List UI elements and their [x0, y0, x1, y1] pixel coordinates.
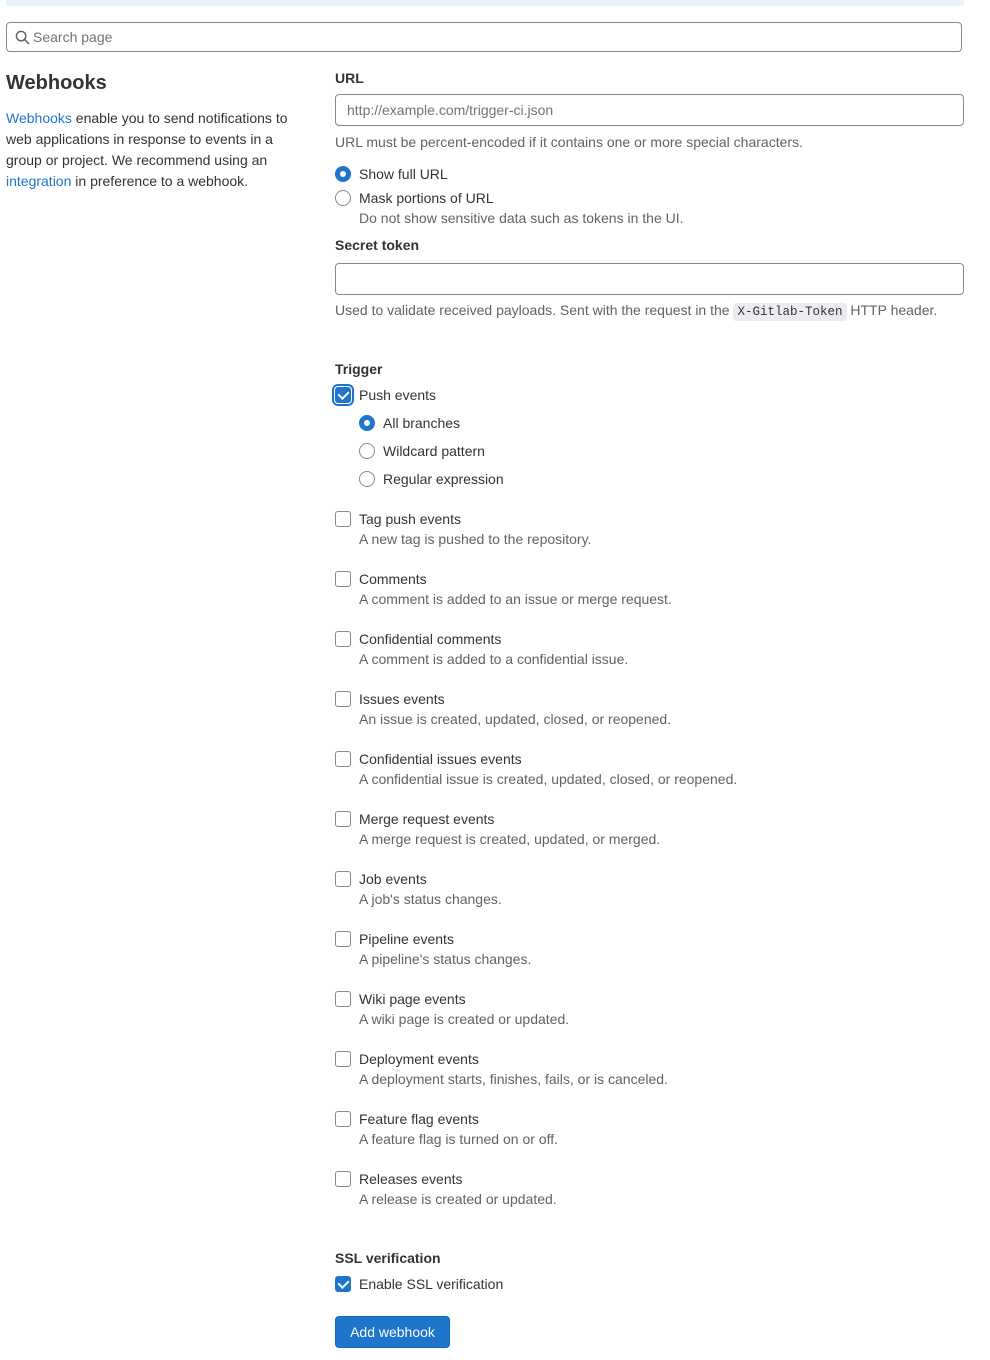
wildcard-pattern-radio[interactable]: [359, 443, 375, 459]
confidential-comments-label[interactable]: Confidential comments: [359, 630, 501, 648]
job-events-help: A job's status changes.: [359, 891, 502, 907]
url-help-text: URL must be percent-encoded if it contai…: [335, 134, 803, 150]
header-code: X-Gitlab-Token: [733, 303, 847, 321]
page-title: Webhooks: [6, 72, 107, 94]
deployment-events-label[interactable]: Deployment events: [359, 1050, 479, 1068]
job-events-checkbox[interactable]: [335, 871, 351, 887]
deployment-events-help: A deployment starts, finishes, fails, or…: [359, 1071, 668, 1087]
top-banner-strip: [6, 0, 964, 6]
issues-events-label[interactable]: Issues events: [359, 690, 445, 708]
wiki-page-events-checkbox[interactable]: [335, 991, 351, 1007]
push-events-label[interactable]: Push events: [359, 386, 436, 404]
wiki-page-events-help: A wiki page is created or updated.: [359, 1011, 570, 1027]
regex-label[interactable]: Regular expression: [383, 470, 504, 488]
url-label: URL: [335, 70, 364, 86]
search-box[interactable]: [6, 22, 962, 52]
secret-token-help: Used to validate received payloads. Sent…: [335, 302, 938, 321]
intro-description: Webhooks enable you to send notification…: [6, 110, 288, 189]
confidential-issues-events-label[interactable]: Confidential issues events: [359, 750, 522, 768]
pipeline-events-label[interactable]: Pipeline events: [359, 930, 454, 948]
tag-push-events-help: A new tag is pushed to the repository.: [359, 531, 592, 547]
confidential-comments-help: A comment is added to a confidential iss…: [359, 651, 629, 667]
tag-push-events-label[interactable]: Tag push events: [359, 510, 461, 528]
ssl-verification-label: SSL verification: [335, 1250, 441, 1266]
feature-flag-events-checkbox[interactable]: [335, 1111, 351, 1127]
integration-link[interactable]: integration: [6, 173, 71, 189]
tag-push-events-checkbox[interactable]: [335, 511, 351, 527]
wildcard-pattern-label[interactable]: Wildcard pattern: [383, 442, 485, 460]
comments-label[interactable]: Comments: [359, 570, 427, 588]
ssl-verification-checkbox[interactable]: [335, 1276, 351, 1292]
releases-events-help: A release is created or updated.: [359, 1191, 557, 1207]
merge-request-events-label[interactable]: Merge request events: [359, 810, 494, 828]
confidential-issues-events-checkbox[interactable]: [335, 751, 351, 767]
merge-request-events-help: A merge request is created, updated, or …: [359, 831, 661, 847]
mask-url-radio[interactable]: [335, 190, 351, 206]
push-events-checkbox[interactable]: [335, 387, 351, 403]
deployment-events-checkbox[interactable]: [335, 1051, 351, 1067]
show-full-url-label[interactable]: Show full URL: [359, 165, 448, 183]
add-webhook-button[interactable]: Add webhook: [335, 1316, 450, 1348]
url-input[interactable]: [335, 94, 964, 126]
issues-events-checkbox[interactable]: [335, 691, 351, 707]
secret-token-label: Secret token: [335, 237, 420, 253]
secret-token-input[interactable]: [335, 263, 964, 295]
issues-events-help: An issue is created, updated, closed, or…: [359, 711, 672, 727]
mask-url-help: Do not show sensitive data such as token…: [359, 210, 684, 226]
regex-radio[interactable]: [359, 471, 375, 487]
comments-help: A comment is added to an issue or merge …: [359, 591, 672, 607]
feature-flag-events-label[interactable]: Feature flag events: [359, 1110, 479, 1128]
show-full-url-radio[interactable]: [335, 166, 351, 182]
mask-url-label[interactable]: Mask portions of URL: [359, 189, 494, 207]
releases-events-label[interactable]: Releases events: [359, 1170, 463, 1188]
pipeline-events-checkbox[interactable]: [335, 931, 351, 947]
wiki-page-events-label[interactable]: Wiki page events: [359, 990, 466, 1008]
all-branches-label[interactable]: All branches: [383, 414, 460, 432]
feature-flag-events-help: A feature flag is turned on or off.: [359, 1131, 558, 1147]
releases-events-checkbox[interactable]: [335, 1171, 351, 1187]
confidential-issues-events-help: A confidential issue is created, updated…: [359, 771, 738, 787]
webhooks-docs-link[interactable]: Webhooks: [6, 110, 72, 126]
trigger-label: Trigger: [335, 361, 383, 377]
merge-request-events-checkbox[interactable]: [335, 811, 351, 827]
ssl-verification-option-label[interactable]: Enable SSL verification: [359, 1275, 503, 1293]
all-branches-radio[interactable]: [359, 415, 375, 431]
comments-checkbox[interactable]: [335, 571, 351, 587]
confidential-comments-checkbox[interactable]: [335, 631, 351, 647]
search-input[interactable]: [33, 23, 933, 51]
webhooks-intro: Webhooks Webhooks enable you to send not…: [6, 70, 302, 192]
job-events-label[interactable]: Job events: [359, 870, 427, 888]
search-icon: [15, 30, 30, 45]
pipeline-events-help: A pipeline's status changes.: [359, 951, 532, 967]
